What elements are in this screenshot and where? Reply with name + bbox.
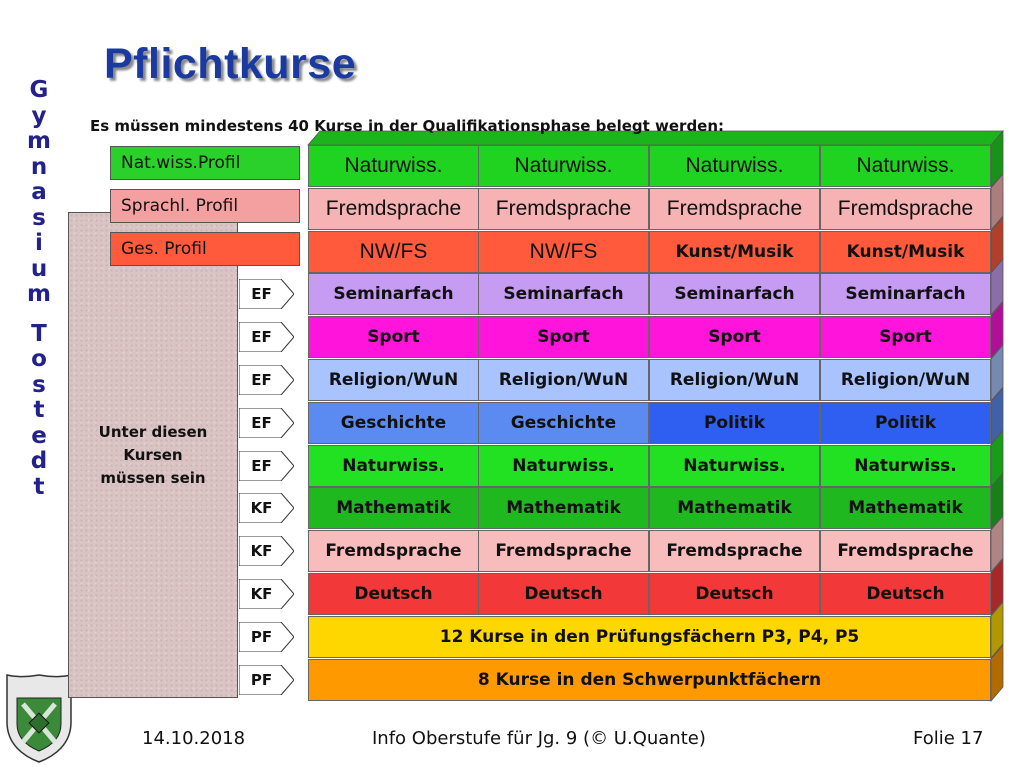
footer: 14.10.2018 Info Oberstufe für Jg. 9 (© U…	[0, 728, 1024, 752]
course-cell: Politik	[649, 402, 820, 444]
course-cell: Fremdsprache	[308, 530, 479, 572]
course-cell: Fremdsprache	[478, 530, 649, 572]
row-type-text: PF	[250, 628, 273, 646]
course-cell: Seminarfach	[649, 273, 820, 315]
course-cell: Politik	[820, 402, 991, 444]
course-cell: Deutsch	[478, 573, 649, 615]
course-cell: NW/FS	[478, 231, 649, 273]
row-type-label: EF	[239, 365, 294, 395]
row-type-label: PF	[239, 665, 294, 695]
footer-page: Folie 17	[913, 728, 984, 749]
course-cell: Kunst/Musik	[820, 231, 991, 273]
row-type-text: EF	[251, 371, 272, 389]
row-type-text: KF	[250, 585, 273, 603]
course-cell: Mathematik	[820, 487, 991, 529]
course-cell: Naturwiss.	[478, 445, 649, 487]
row-type-label: EF	[239, 279, 294, 309]
note-line: Unter diesen	[98, 423, 208, 441]
course-cell: Religion/WuN	[649, 359, 820, 401]
course-cell: Sport	[820, 316, 991, 358]
row-type-text: KF	[250, 499, 273, 517]
course-cell: Naturwiss.	[820, 445, 991, 487]
row-type-text: EF	[251, 414, 272, 432]
course-cell: Fremdsprache	[308, 188, 479, 230]
note-line: Kursen	[123, 446, 183, 464]
course-cell: Fremdsprache	[478, 188, 649, 230]
course-cell: Geschichte	[478, 402, 649, 444]
row-type-label: KF	[239, 493, 294, 523]
course-cell: Mathematik	[649, 487, 820, 529]
course-cell: Seminarfach	[308, 273, 479, 315]
course-cell: Sport	[308, 316, 479, 358]
subtitle: Es müssen mindestens 40 Kurse in der Qua…	[90, 117, 725, 135]
course-cell: Religion/WuN	[308, 359, 479, 401]
profile-box: Nat.wiss.Profil	[110, 146, 300, 180]
course-cell: Kunst/Musik	[649, 231, 820, 273]
course-cell: Geschichte	[308, 402, 479, 444]
footer-center: Info Oberstufe für Jg. 9 (© U.Quante)	[372, 728, 706, 749]
course-cell: Seminarfach	[820, 273, 991, 315]
course-cell: Fremdsprache	[820, 530, 991, 572]
profile-box: Ges. Profil	[110, 232, 300, 266]
row-type-text: PF	[250, 671, 273, 689]
course-cell: Naturwiss.	[649, 445, 820, 487]
row-type-label: KF	[239, 536, 294, 566]
note-line: müssen sein	[100, 469, 206, 487]
course-cell: Religion/WuN	[478, 359, 649, 401]
course-cell: Naturwiss.	[308, 445, 479, 487]
course-cell: NW/FS	[308, 231, 479, 273]
row-type-label: EF	[239, 322, 294, 352]
course-cell: Sport	[649, 316, 820, 358]
row-type-label: EF	[239, 408, 294, 438]
row-type-label: EF	[239, 451, 294, 481]
row-type-label: KF	[239, 579, 294, 609]
course-cell: Deutsch	[649, 573, 820, 615]
course-cell: Naturwiss.	[649, 145, 820, 187]
course-cell: Naturwiss.	[478, 145, 649, 187]
course-cell: Mathematik	[478, 487, 649, 529]
footer-date: 14.10.2018	[142, 728, 246, 749]
wide-course-cell: 12 Kurse in den Prüfungsfächern P3, P4, …	[308, 616, 991, 658]
row-type-text: EF	[251, 328, 272, 346]
row-type-text: EF	[251, 285, 272, 303]
row-type-label: PF	[239, 622, 294, 652]
course-cell: Seminarfach	[478, 273, 649, 315]
course-cell: Naturwiss.	[820, 145, 991, 187]
profile-box: Sprachl. Profil	[110, 189, 300, 223]
row-type-text: EF	[251, 457, 272, 475]
course-cell: Naturwiss.	[308, 145, 479, 187]
course-cell: Mathematik	[308, 487, 479, 529]
course-cell: Fremdsprache	[820, 188, 991, 230]
row-type-text: KF	[250, 542, 273, 560]
course-cell: Religion/WuN	[820, 359, 991, 401]
note-box: Unter diesen Kursen müssen sein	[68, 212, 238, 698]
course-cell: Sport	[478, 316, 649, 358]
wide-course-cell: 8 Kurse in den Schwerpunktfächern	[308, 659, 991, 701]
course-cell: Fremdsprache	[649, 530, 820, 572]
course-cell: Fremdsprache	[649, 188, 820, 230]
course-cell: Deutsch	[308, 573, 479, 615]
note-text: Unter diesen Kursen müssen sein	[69, 421, 237, 490]
course-cell: Deutsch	[820, 573, 991, 615]
